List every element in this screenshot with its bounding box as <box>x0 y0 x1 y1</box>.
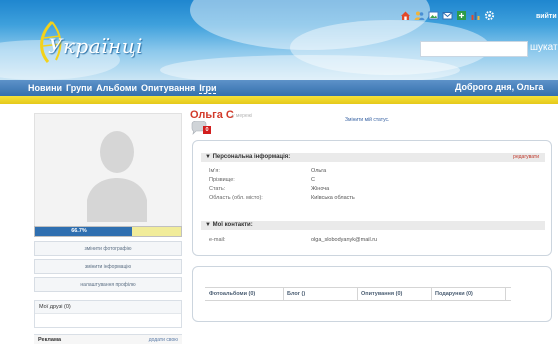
change-photo-button[interactable]: змінити фотографію <box>34 241 182 256</box>
chart-icon[interactable] <box>469 9 481 21</box>
tab-polls[interactable]: Опитування (0) <box>361 291 402 297</box>
add-ad-link[interactable]: додати свою <box>149 337 178 343</box>
nav-item-games[interactable]: Ігри <box>199 83 217 94</box>
greeting-text: Доброго дня, Ольга <box>455 82 544 92</box>
email-value: olga_slobodyanyk@mail.ru <box>311 237 378 243</box>
site-header: Українці вийти шукати <box>0 0 558 82</box>
message-count-badge[interactable]: 0 <box>203 126 211 134</box>
personal-info-title: Персональна інформація: <box>212 154 291 160</box>
ads-box: Реклама додати свою <box>34 334 182 344</box>
tab-separator <box>283 288 284 301</box>
region-value: Київська область <box>311 195 355 201</box>
gender-label: Стать: <box>209 186 226 192</box>
tabs-row: Фотоальбоми (0) Блог () Опитування (0) П… <box>205 287 511 301</box>
contacts-header[interactable]: ▼ Мої контакти: <box>201 221 545 230</box>
yellow-stripe <box>0 96 558 104</box>
edit-link[interactable]: редагувати <box>513 153 539 162</box>
first-name-value: Ольга <box>311 168 327 174</box>
friends-box: Мої друзі (0) <box>34 300 182 328</box>
nav-item-albums[interactable]: Альбоми <box>96 83 137 93</box>
gender-value: Жіноча <box>311 186 330 192</box>
settings-icon[interactable] <box>483 9 495 21</box>
games-icon[interactable] <box>455 9 467 21</box>
change-status-link[interactable]: Змінити мій статус. <box>345 117 389 123</box>
logo-text[interactable]: Українці <box>48 34 143 58</box>
content-tabs-panel: Фотоальбоми (0) Блог () Опитування (0) П… <box>192 266 552 322</box>
profile-settings-button[interactable]: налаштування профілю <box>34 277 182 292</box>
people-icon[interactable] <box>413 9 425 21</box>
nav-item-polls[interactable]: Опитування <box>141 83 195 93</box>
ads-title: Реклама <box>38 337 62 343</box>
tab-photo-albums[interactable]: Фотоальбоми (0) <box>209 291 255 297</box>
region-label: Область (обл. місто): <box>209 195 263 201</box>
online-status: у мережі <box>232 113 253 119</box>
profile-completion-bar: 66.7% <box>34 226 182 237</box>
tab-gifts[interactable]: Подарунки (0) <box>435 291 473 297</box>
nav-item-groups[interactable]: Групи <box>66 83 92 93</box>
contacts-title: Мої контакти: <box>212 222 253 228</box>
change-info-button[interactable]: змінити інформацію <box>34 259 182 274</box>
mail-icon[interactable] <box>441 9 453 21</box>
user-name: Ольга С <box>190 109 234 121</box>
tab-separator <box>505 288 506 301</box>
logout-link[interactable]: вийти <box>536 13 557 20</box>
tab-blog[interactable]: Блог () <box>287 291 305 297</box>
email-label: e-mail: <box>209 237 226 243</box>
friends-title[interactable]: Мої друзі (0) <box>35 301 181 314</box>
photo-icon[interactable] <box>427 9 439 21</box>
collapse-arrow-icon: ▼ <box>205 154 213 160</box>
profile-photo[interactable] <box>34 113 182 227</box>
top-icon-bar <box>399 9 495 21</box>
tab-separator <box>357 288 358 301</box>
nav-item-news[interactable]: Новини <box>28 83 62 93</box>
progress-label: 66.7% <box>71 228 87 234</box>
first-name-label: Ім'я: <box>209 168 220 174</box>
last-name-value: С <box>311 177 315 183</box>
avatar-placeholder-icon <box>87 131 147 222</box>
tab-separator <box>431 288 432 301</box>
cloud <box>160 55 460 82</box>
personal-info-panel: ▼ Персональна інформація: редагувати Ім'… <box>192 140 552 256</box>
search-button[interactable]: шукати <box>530 42 558 53</box>
collapse-arrow-icon: ▼ <box>205 222 213 228</box>
nav-menu: Новини Групи Альбоми Опитування Ігри <box>28 80 220 96</box>
home-icon[interactable] <box>399 9 411 21</box>
search-input[interactable] <box>420 41 528 57</box>
last-name-label: Прізвище: <box>209 177 235 183</box>
personal-info-header[interactable]: ▼ Персональна інформація: редагувати <box>201 153 545 162</box>
